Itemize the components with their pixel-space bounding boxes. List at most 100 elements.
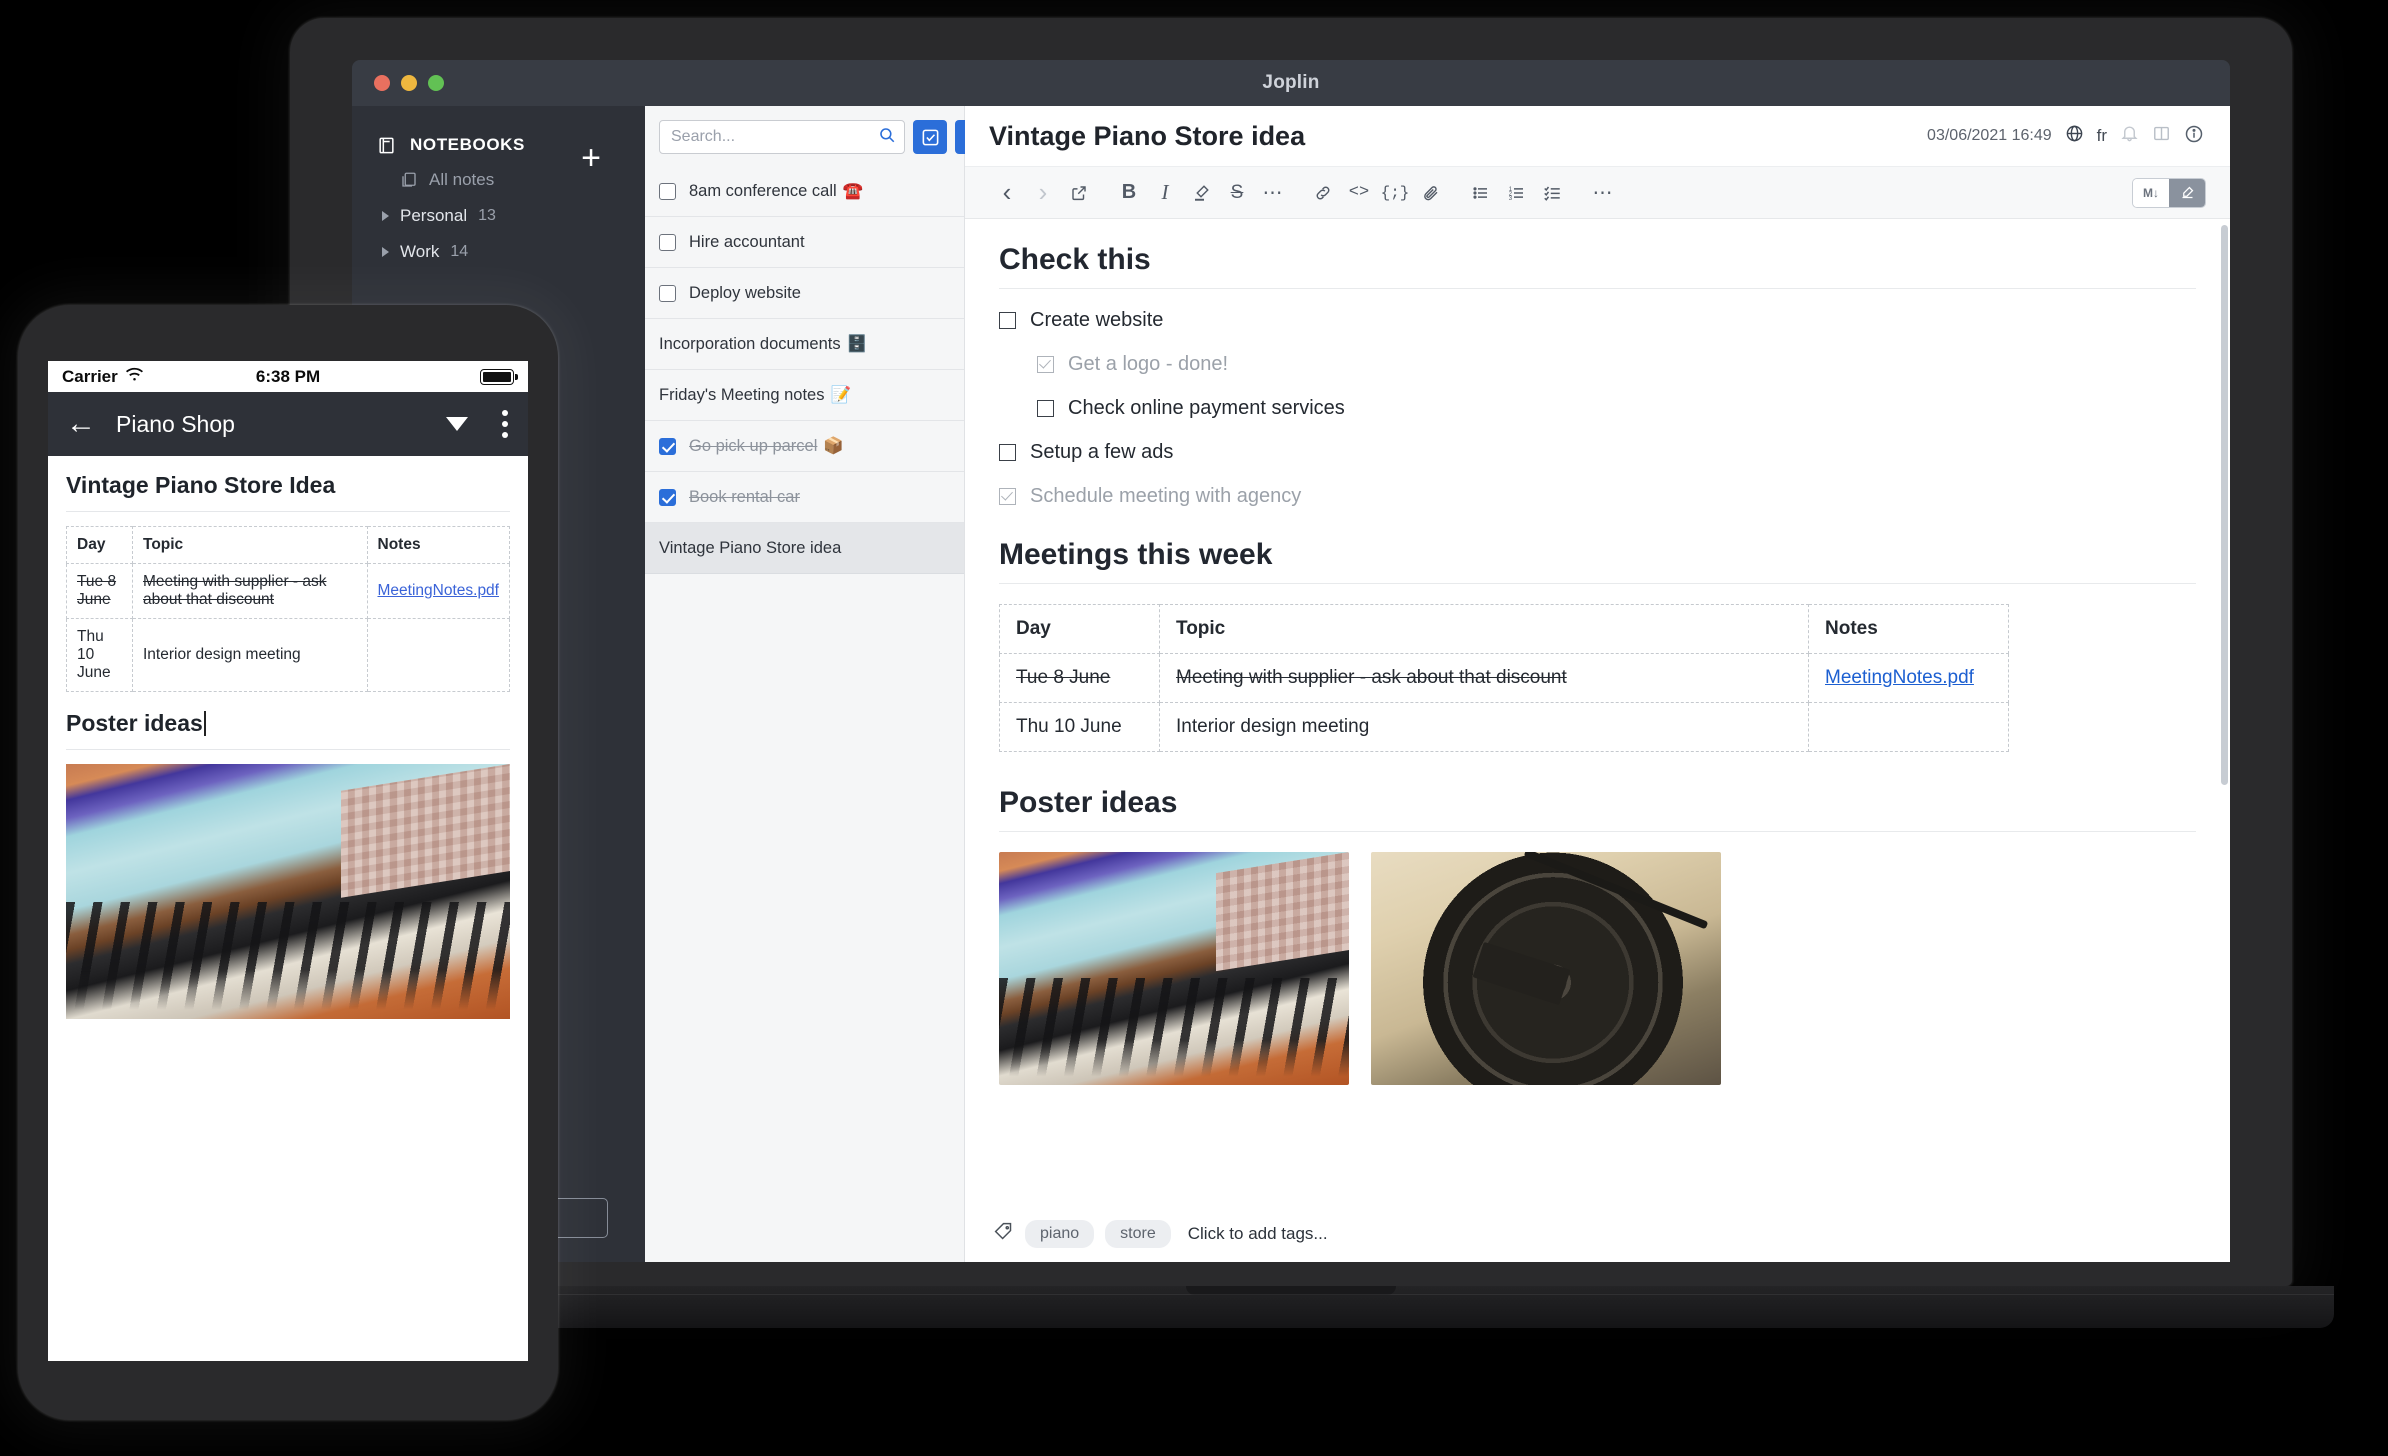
checklist-label: Check online payment services	[1068, 397, 1345, 419]
checklist-checkbox-checked[interactable]	[999, 488, 1016, 505]
tag-icon[interactable]	[993, 1221, 1014, 1247]
checklist-item[interactable]: Schedule meeting with agency	[999, 485, 2196, 508]
new-todo-button[interactable]	[913, 120, 947, 154]
overflow-menu-icon[interactable]	[502, 410, 508, 438]
highlight-icon[interactable]	[1183, 175, 1219, 211]
window-titlebar: Joplin	[352, 60, 2230, 106]
checklist-item[interactable]: Check online payment services	[1037, 397, 2196, 420]
sidebar-item-all-notes[interactable]: All notes	[352, 162, 645, 198]
phone-note-title: Vintage Piano Store Idea	[66, 472, 336, 498]
checklist-item[interactable]: Get a logo - done!	[1037, 353, 2196, 376]
note-title-input[interactable]: Vintage Piano Store idea	[989, 121, 1305, 152]
checklist-label: Get a logo - done!	[1068, 353, 1229, 375]
note-tag-piano[interactable]: piano	[1025, 1220, 1095, 1248]
divider	[66, 749, 510, 750]
wysiwyg-mode-button[interactable]	[2169, 178, 2205, 207]
editor-scrollbar[interactable]	[2221, 225, 2228, 785]
cell-notes: MeetingNotes.pdf	[1808, 653, 2009, 703]
bell-icon[interactable]	[2120, 124, 2139, 148]
markdown-mode-button[interactable]: M↓	[2133, 178, 2169, 207]
table-header-row: Day Topic Notes	[66, 526, 510, 564]
attach-icon[interactable]	[1413, 175, 1449, 211]
forward-icon[interactable]: ›	[1025, 175, 1061, 211]
more-insert-icon[interactable]: ⋯	[1585, 175, 1621, 211]
plus-icon[interactable]: +	[581, 141, 601, 175]
checklist-checkbox[interactable]	[1037, 400, 1054, 417]
code-block-icon[interactable]: {;}	[1377, 175, 1413, 211]
meeting-notes-link[interactable]: MeetingNotes.pdf	[378, 582, 500, 599]
joplin-mobile-screen: Carrier 6:38 PM ← Piano Shop Vintage Pia…	[48, 361, 528, 1361]
note-tag-store[interactable]: store	[1105, 1220, 1171, 1248]
note-title: Go pick up parcel	[689, 436, 818, 455]
phone-device-mockup: Carrier 6:38 PM ← Piano Shop Vintage Pia…	[18, 305, 558, 1420]
divider	[999, 288, 2196, 289]
checklist-checkbox[interactable]	[999, 312, 1016, 329]
checklist-label: Schedule meeting with agency	[1030, 485, 1302, 507]
todo-checkbox[interactable]	[659, 182, 676, 200]
list-item[interactable]: Book rental car	[645, 472, 964, 523]
markdown-wysiwyg-toggle[interactable]: M↓	[2132, 177, 2206, 208]
table-row: Thu 10 June Interior design meeting	[999, 702, 2009, 752]
list-item-selected[interactable]: Vintage Piano Store idea	[645, 523, 964, 574]
back-arrow-icon[interactable]: ←	[66, 409, 96, 439]
chevron-right-icon[interactable]	[382, 211, 389, 221]
note-emoji: ☎️	[842, 181, 864, 200]
battery-icon	[480, 368, 518, 385]
panel-layout-icon[interactable]	[2152, 124, 2171, 148]
note-title: Vintage Piano Store idea	[659, 538, 842, 557]
note-editor-panel: Vintage Piano Store idea 03/06/2021 16:4…	[965, 106, 2230, 1262]
column-header-day: Day	[999, 604, 1160, 654]
note-emoji: 🗄️	[846, 334, 868, 353]
inline-code-icon[interactable]: <>	[1341, 175, 1377, 211]
numbered-list-icon[interactable]: 1 2 3	[1499, 175, 1535, 211]
chevron-down-icon[interactable]	[446, 417, 468, 431]
search-icon[interactable]	[878, 126, 896, 149]
checklist-item[interactable]: Create website	[999, 309, 2196, 332]
note-meta: 03/06/2021 16:49 fr	[1927, 124, 2204, 149]
note-emoji: 📝	[830, 385, 852, 404]
sidebar-item-personal[interactable]: Personal 13	[352, 198, 645, 234]
meeting-notes-link[interactable]: MeetingNotes.pdf	[1825, 667, 1974, 688]
bulleted-list-icon[interactable]	[1463, 175, 1499, 211]
note-emoji: 📦	[823, 436, 844, 455]
checklist-checkbox[interactable]	[999, 444, 1016, 461]
todo-checkbox[interactable]	[659, 284, 676, 302]
list-item[interactable]: 8am conference call ☎️	[645, 166, 964, 217]
more-format-icon[interactable]: ⋯	[1255, 175, 1291, 211]
sidebar-item-work[interactable]: Work 14	[352, 234, 645, 270]
all-notes-label: All notes	[429, 170, 495, 189]
chevron-right-icon[interactable]	[382, 247, 389, 257]
phone-note-body[interactable]: Vintage Piano Store Idea Day Topic Notes…	[48, 456, 528, 1361]
info-icon[interactable]	[2184, 124, 2204, 149]
window-title: Joplin	[1262, 72, 1320, 93]
search-input[interactable]	[671, 128, 878, 146]
globe-icon[interactable]	[2065, 124, 2084, 148]
list-item[interactable]: Incorporation documents 🗄️	[645, 319, 964, 370]
link-icon[interactable]	[1305, 175, 1341, 211]
checklist-checkbox-checked[interactable]	[1037, 356, 1054, 373]
checklist-label: Setup a few ads	[1030, 441, 1174, 463]
list-item[interactable]: Hire accountant	[645, 217, 964, 268]
back-icon[interactable]: ‹	[989, 175, 1025, 211]
todo-checkbox[interactable]	[659, 233, 676, 251]
todo-checkbox[interactable]	[659, 437, 676, 455]
checklist-item[interactable]: Setup a few ads	[999, 441, 2196, 464]
list-item[interactable]: Friday's Meeting notes 📝	[645, 370, 964, 421]
list-item[interactable]: Go pick up parcel 📦	[645, 421, 964, 472]
todo-checkbox[interactable]	[659, 488, 676, 506]
note-heading-meetings: Meetings this week	[999, 538, 1273, 571]
italic-icon[interactable]: I	[1147, 175, 1183, 211]
note-language: fr	[2096, 126, 2107, 145]
bold-icon[interactable]: B	[1111, 175, 1147, 211]
list-item[interactable]: Deploy website	[645, 268, 964, 319]
note-body[interactable]: Check this Create website Get a logo - d…	[965, 223, 2230, 1085]
piano-photo	[66, 764, 510, 1019]
external-link-icon[interactable]	[1061, 175, 1097, 211]
strikethrough-icon[interactable]: S	[1219, 175, 1255, 211]
cell-day: Tue 8 June	[66, 563, 133, 619]
add-tags-placeholder[interactable]: Click to add tags...	[1188, 1224, 1328, 1244]
search-box[interactable]	[659, 120, 905, 154]
checklist-icon[interactable]	[1535, 175, 1571, 211]
column-header-topic: Topic	[1159, 604, 1809, 654]
cell-notes	[1808, 702, 2009, 752]
